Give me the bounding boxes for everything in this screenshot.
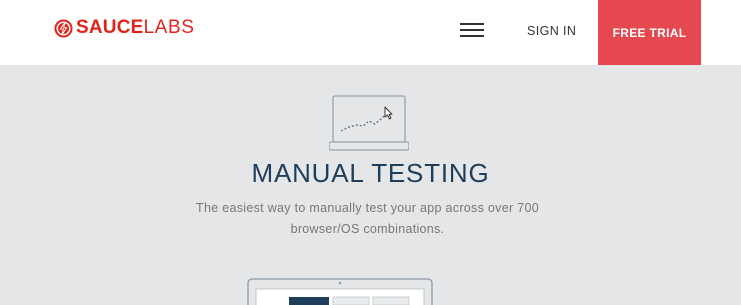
hero-title: MANUAL TESTING: [251, 158, 490, 188]
hamburger-menu-icon[interactable]: [460, 22, 484, 38]
hamburger-line: [460, 23, 484, 25]
hero-description: The easiest way to manually test your ap…: [196, 201, 539, 236]
hamburger-line: [460, 35, 484, 37]
saucelabs-bolt-icon: [54, 18, 73, 38]
saucelabs-logo[interactable]: SAUCELABS: [54, 16, 195, 40]
laptop-chart-cursor-icon: [329, 95, 409, 151]
laptop-icon: [247, 278, 433, 305]
sign-in-link[interactable]: SIGN IN: [527, 24, 576, 38]
logo-wordmark: SAUCELABS: [76, 16, 195, 40]
logo-text-sauce: SAUCE: [76, 17, 144, 38]
site-header: SAUCELABS SIGN IN FREE TRIAL: [0, 0, 741, 65]
hamburger-line: [460, 29, 484, 31]
free-trial-button[interactable]: FREE TRIAL: [598, 0, 701, 65]
logo-text-labs: LABS: [143, 17, 195, 38]
